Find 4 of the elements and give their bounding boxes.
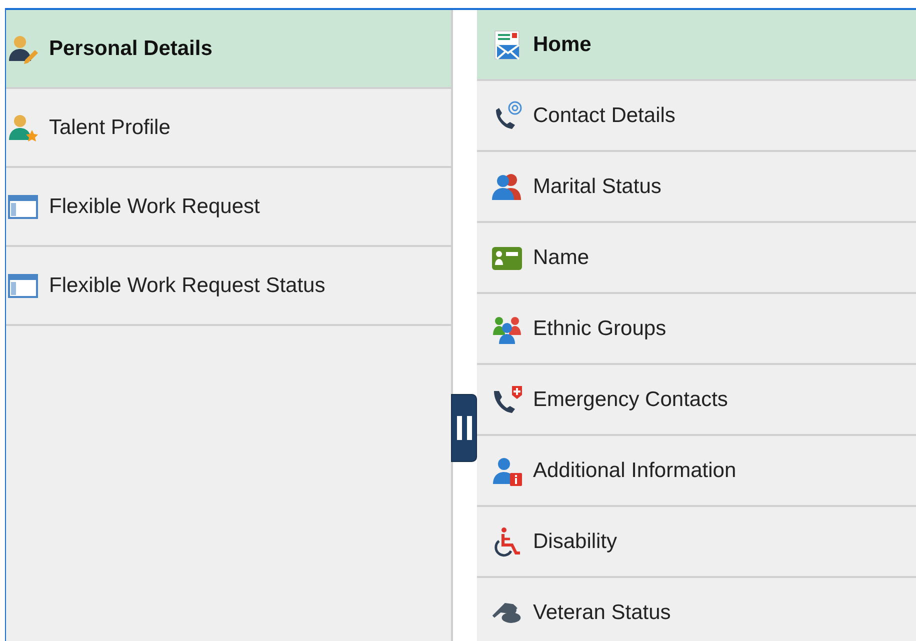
phone-cross-icon (491, 384, 523, 416)
menu-item[interactable]: Personal Details (6, 10, 451, 89)
menu-item[interactable]: Home (477, 10, 916, 81)
pane-toggle-button[interactable] (451, 394, 477, 462)
